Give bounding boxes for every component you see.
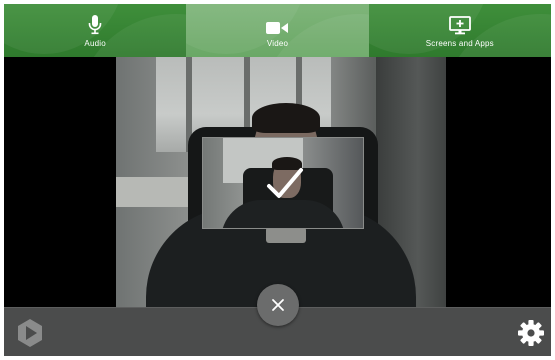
- source-tabs: Audio Video Screens and Apps: [4, 4, 551, 57]
- video-camera-icon: [266, 13, 289, 35]
- tab-label: Video: [266, 39, 289, 48]
- tab-label: Audio: [84, 39, 106, 48]
- tab-screens-and-apps[interactable]: Screens and Apps: [368, 4, 551, 57]
- video-stage: [4, 57, 551, 307]
- tab-audio[interactable]: Audio: [4, 4, 187, 57]
- tab-label: Screens and Apps: [425, 39, 494, 48]
- microphone-icon: [88, 13, 102, 35]
- gear-icon[interactable]: [517, 319, 545, 347]
- close-icon: [272, 299, 284, 311]
- screen-share-icon: [448, 13, 471, 35]
- camera-preview-thumbnail[interactable]: [202, 137, 364, 229]
- close-button[interactable]: [257, 284, 299, 326]
- play-logo-icon: [18, 319, 42, 347]
- tab-video[interactable]: Video: [186, 4, 369, 57]
- checkmark-icon: [267, 168, 303, 198]
